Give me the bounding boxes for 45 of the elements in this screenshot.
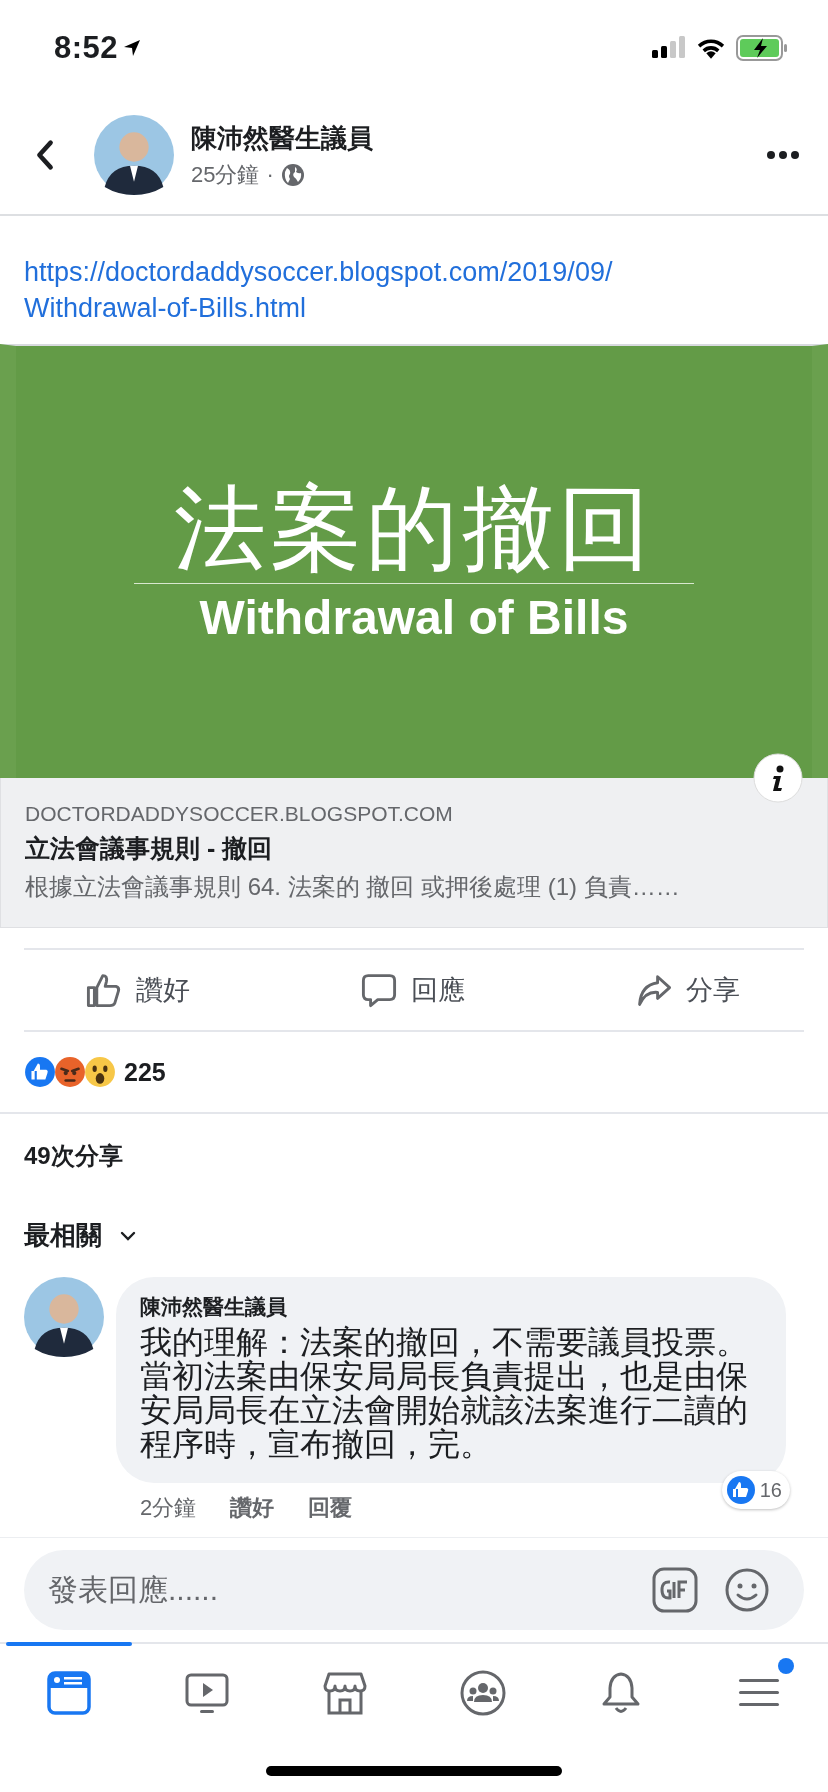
share-icon <box>636 972 672 1008</box>
location-arrow-icon <box>122 38 143 58</box>
comment-input-field[interactable]: 發表回應...... <box>24 1550 804 1630</box>
wow-reaction-icon <box>84 1056 116 1088</box>
comment-text: 我的理解：法案的撤回，不需要議員投票。當初法案由保安局局長負責提出，也是由保安局局長在立法會開始就該法案進行二讀的程序時，宣布撤回，完。 <box>140 1325 749 1461</box>
chevron-down-icon <box>120 1230 136 1241</box>
signal-icon <box>652 36 686 60</box>
groups-icon[interactable] <box>460 1670 506 1716</box>
link-domain: DOCTORDADDYSOCCER.BLOGSPOT.COM <box>25 802 454 826</box>
comment-time: 2分鐘 <box>140 1494 197 1522</box>
share-count[interactable]: 49次分享 <box>24 1142 123 1169</box>
reply-link[interactable]: 回覆 <box>308 1493 353 1523</box>
link[interactable]: https://doctordaddysoccer.blogspot.com/2019/09/Withdrawal-of-Bills.html <box>24 254 714 326</box>
like-count: 16 <box>759 1478 782 1502</box>
like-reaction-icon <box>725 1475 756 1505</box>
link-preview-card[interactable]: DOCTORDADDYSOCCER.BLOGSPOT.COM 立法會議事規則 - 撤回 根據立法會議事規則 64. 法案的 撤回 或押後處理 (1) 負責…… <box>0 778 828 928</box>
comment-sort-dropdown[interactable]: 最相關 <box>24 1212 136 1259</box>
share-button[interactable]: 分享 <box>632 968 744 1012</box>
smiley-icon[interactable] <box>724 1567 770 1613</box>
clock-time: 8:52 <box>54 30 119 66</box>
like-link[interactable]: 讚好 <box>230 1493 275 1523</box>
like-icon <box>86 972 122 1008</box>
link-title: 立法會議事規則 - 撤回 <box>25 833 274 864</box>
battery-charging-icon <box>736 35 788 61</box>
link-description: 根據立法會議事規則 64. 法案的 撤回 或押後處理 (1) 負責…… <box>25 872 681 902</box>
comment-author[interactable]: 陳沛然醫生議員 <box>140 1293 760 1321</box>
comment-icon <box>361 972 397 1008</box>
author-name[interactable]: 陳沛然醫生議員 <box>191 120 766 156</box>
news-feed-icon[interactable] <box>46 1670 92 1716</box>
info-icon[interactable] <box>752 752 804 804</box>
image-subtitle: Withdrawal of Bills <box>199 590 629 645</box>
separator-dot: · <box>266 161 274 188</box>
post-time: 25分鐘 <box>191 160 260 189</box>
gif-icon[interactable] <box>652 1567 698 1613</box>
comment-button[interactable]: 回應 <box>357 968 469 1012</box>
reaction-count[interactable]: 225 <box>124 1057 166 1087</box>
more-options-icon[interactable] <box>766 150 800 160</box>
like-button[interactable]: 讚好 <box>82 968 194 1012</box>
shop-icon[interactable] <box>322 1670 368 1716</box>
back-icon[interactable] <box>36 139 54 171</box>
globe-icon <box>280 162 305 187</box>
image-title: 法案的撤回 <box>174 479 654 579</box>
wifi-icon <box>696 36 726 60</box>
angry-reaction-icon <box>54 1056 86 1088</box>
like-reaction-icon <box>24 1056 56 1088</box>
